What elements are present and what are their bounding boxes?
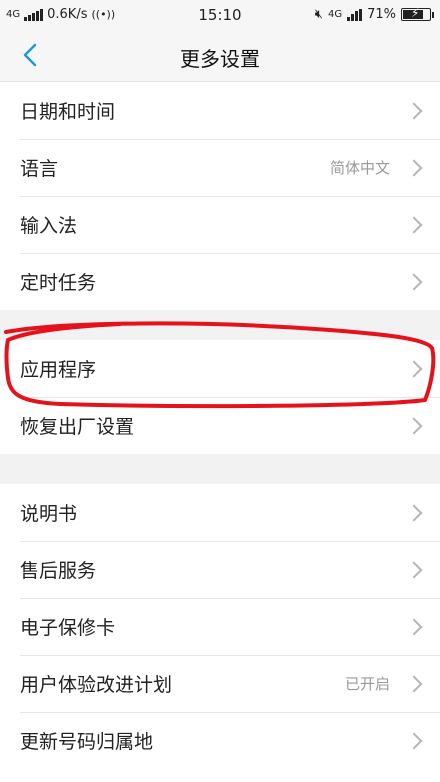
setting-number-location[interactable]: 更新号码归属地	[0, 712, 440, 769]
chevron-right-icon	[405, 561, 423, 579]
setting-factory-reset[interactable]: 恢复出厂设置	[0, 397, 440, 454]
status-bar: 4G 0.6K/s ((•)) 15:10 🔇︎ 4G 71% ⚡︎	[0, 0, 440, 30]
settings-group-1: 日期和时间 语言 简体中文 输入法 定时任务	[0, 82, 440, 310]
chevron-right-icon	[405, 159, 423, 177]
setting-label: 售后服务	[20, 560, 97, 582]
setting-label: 恢复出厂设置	[20, 416, 135, 438]
setting-scheduled-tasks[interactable]: 定时任务	[0, 253, 440, 310]
settings-group-2: 应用程序 恢复出厂设置	[0, 340, 440, 454]
chevron-right-icon	[405, 273, 423, 291]
page-title: 更多设置	[180, 47, 260, 71]
setting-label: 更新号码归属地	[20, 731, 154, 753]
setting-ux-program[interactable]: 用户体验改进计划 已开启	[0, 655, 440, 712]
setting-after-sales[interactable]: 售后服务	[0, 541, 440, 598]
settings-group-3: 说明书 售后服务 电子保修卡 用户体验改进计划 已开启 更新号码归属地	[0, 484, 440, 769]
network-type-right: 4G	[327, 9, 343, 20]
battery-tip	[432, 11, 434, 18]
chevron-right-icon	[405, 732, 423, 750]
chevron-right-icon	[405, 618, 423, 636]
setting-label: 应用程序	[20, 359, 97, 381]
setting-input-method[interactable]: 输入法	[0, 196, 440, 253]
section-divider	[0, 310, 440, 340]
setting-label: 用户体验改进计划	[20, 674, 173, 696]
setting-label: 说明书	[20, 503, 78, 525]
chevron-right-icon	[405, 504, 423, 522]
setting-applications[interactable]: 应用程序	[0, 340, 440, 397]
section-divider	[0, 454, 440, 484]
battery-icon: ⚡︎	[401, 6, 431, 21]
setting-date-time[interactable]: 日期和时间	[0, 82, 440, 139]
setting-label: 日期和时间	[20, 101, 116, 123]
signal-icon-right	[347, 8, 363, 21]
setting-label: 输入法	[20, 215, 78, 237]
setting-language[interactable]: 语言 简体中文	[0, 139, 440, 196]
chevron-right-icon	[405, 360, 423, 378]
mute-icon: 🔇︎	[314, 7, 323, 22]
chevron-right-icon	[405, 216, 423, 234]
battery-percent: 71%	[367, 7, 396, 22]
setting-value: 已开启	[344, 675, 390, 693]
chevron-right-icon	[405, 102, 423, 120]
setting-manual[interactable]: 说明书	[0, 484, 440, 541]
title-bar: 更多设置	[0, 30, 440, 82]
setting-label: 语言	[20, 158, 59, 180]
setting-warranty-card[interactable]: 电子保修卡	[0, 598, 440, 655]
setting-label: 定时任务	[20, 272, 97, 294]
setting-label: 电子保修卡	[20, 617, 116, 639]
chevron-right-icon	[405, 417, 423, 435]
chevron-right-icon	[405, 675, 423, 693]
setting-value: 简体中文	[329, 159, 390, 177]
